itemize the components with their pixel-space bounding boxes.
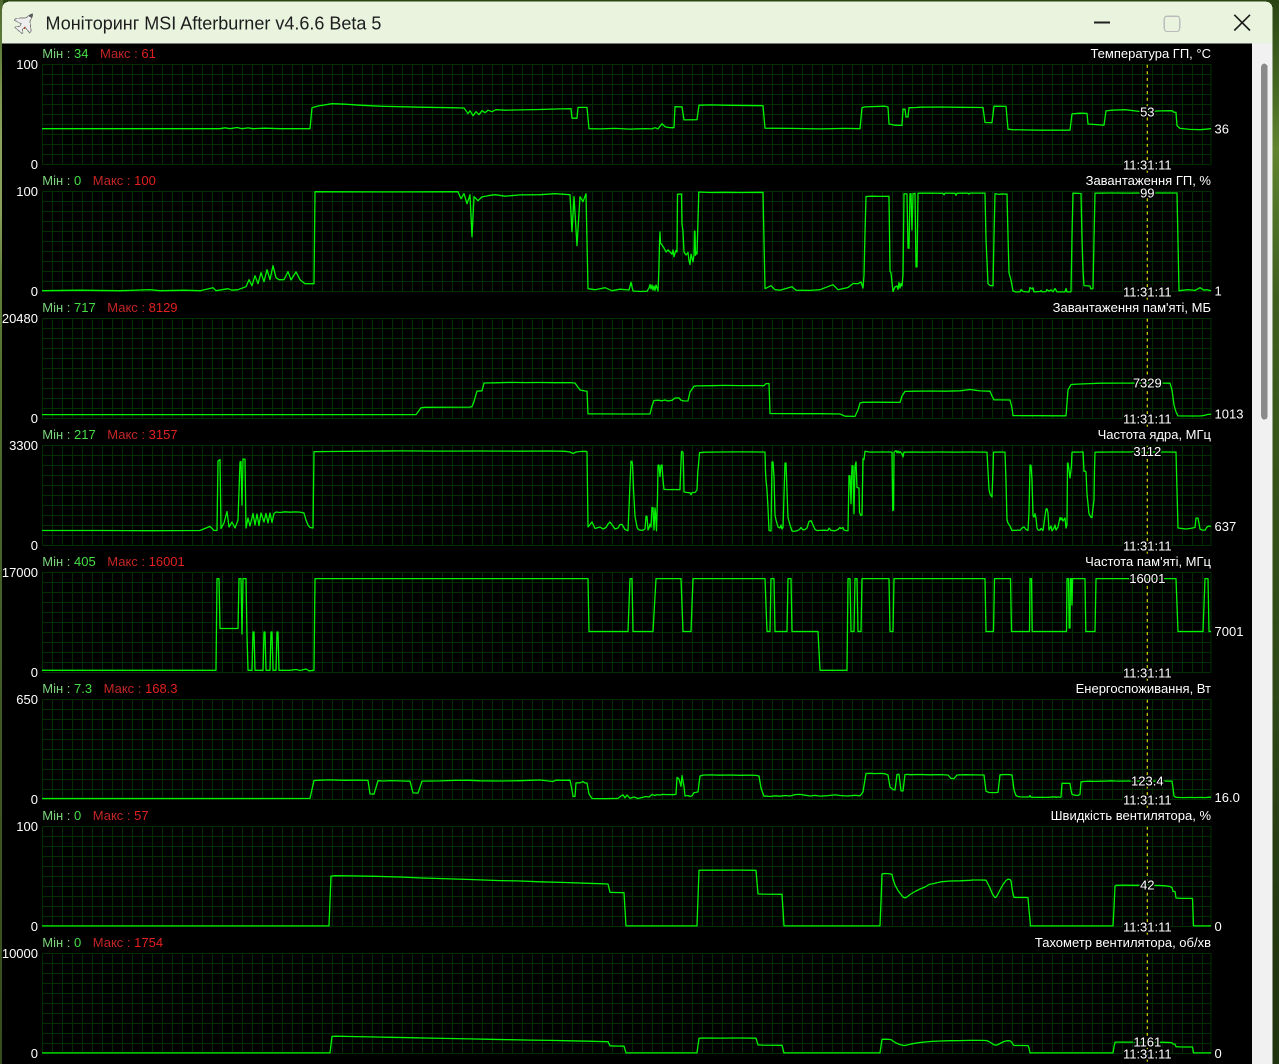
svg-text:53: 53 [1140, 104, 1154, 119]
svg-text:0: 0 [31, 411, 38, 426]
svg-text:Завантаження пам'яті, МБ: Завантаження пам'яті, МБ [1053, 300, 1211, 315]
svg-text:Мін : 0Макс : 100: Мін : 0 Макс : 100 [42, 173, 156, 188]
svg-text:Мін : 217Макс : 3157: Мін : 217 Макс : 3157 [42, 427, 177, 442]
svg-text:36: 36 [1215, 121, 1229, 136]
svg-text:11:31:11: 11:31:11 [1123, 792, 1172, 807]
svg-text:0: 0 [31, 284, 38, 299]
svg-text:7001: 7001 [1215, 624, 1244, 639]
svg-text:17000: 17000 [2, 565, 38, 580]
svg-text:11:31:11: 11:31:11 [1123, 919, 1172, 934]
svg-text:Мін : 0Макс : 1754: Мін : 0 Макс : 1754 [42, 935, 163, 950]
svg-text:Швидкість вентилятора, %: Швидкість вентилятора, % [1051, 808, 1212, 823]
svg-text:0: 0 [31, 157, 38, 172]
svg-text:123.4: 123.4 [1131, 773, 1164, 788]
svg-text:3112: 3112 [1133, 444, 1161, 459]
svg-text:Мін : 717Макс : 8129: Мін : 717 Макс : 8129 [42, 300, 177, 315]
svg-text:0: 0 [31, 538, 38, 553]
svg-text:11:31:11: 11:31:11 [1123, 665, 1172, 680]
svg-text:42: 42 [1140, 877, 1154, 892]
svg-text:0: 0 [31, 792, 38, 807]
svg-text:Мін : 7.3Макс : 168.3: Мін : 7.3 Макс : 168.3 [42, 681, 177, 696]
svg-text:7329: 7329 [1133, 376, 1162, 391]
svg-text:99: 99 [1140, 185, 1154, 200]
svg-text:637: 637 [1215, 519, 1237, 534]
svg-text:Частота пам'яті, МГц: Частота пам'яті, МГц [1085, 554, 1211, 569]
svg-text:Енергоспоживання, Вт: Енергоспоживання, Вт [1076, 681, 1211, 696]
svg-text:Мін : 0Макс : 57: Мін : 0 Макс : 57 [42, 808, 148, 823]
svg-text:16001: 16001 [1129, 571, 1165, 586]
svg-text:650: 650 [16, 692, 38, 707]
svg-text:Мін : 405Макс : 16001: Мін : 405 Макс : 16001 [42, 554, 184, 569]
svg-text:100: 100 [16, 184, 38, 199]
svg-text:Тахометр вентилятора, об/хв: Тахометр вентилятора, об/хв [1035, 935, 1211, 950]
svg-text:11:31:11: 11:31:11 [1123, 157, 1172, 172]
svg-text:20480: 20480 [2, 311, 38, 326]
svg-text:0: 0 [31, 665, 38, 680]
svg-text:11:31:11: 11:31:11 [1123, 411, 1172, 426]
svg-text:16.0: 16.0 [1215, 790, 1240, 805]
svg-text:1: 1 [1215, 283, 1222, 298]
svg-text:1161: 1161 [1133, 1035, 1161, 1050]
svg-text:Мін : 34Макс : 61: Мін : 34 Макс : 61 [42, 46, 156, 61]
svg-text:1013: 1013 [1215, 406, 1244, 421]
svg-text:0: 0 [31, 1046, 38, 1061]
svg-text:11:31:11: 11:31:11 [1123, 538, 1172, 553]
svg-text:0: 0 [31, 919, 38, 934]
svg-text:11:31:11: 11:31:11 [1123, 284, 1172, 299]
svg-text:3300: 3300 [9, 438, 38, 453]
svg-text:100: 100 [16, 57, 38, 72]
svg-text:10000: 10000 [2, 946, 38, 961]
svg-text:Моніторинг MSI Afterburner v4.: Моніторинг MSI Afterburner v4.6.6 Beta 5 [46, 13, 382, 33]
svg-text:Частота ядра, МГц: Частота ядра, МГц [1098, 427, 1212, 442]
svg-text:0: 0 [1215, 1046, 1222, 1061]
svg-text:Температура ГП, °C: Температура ГП, °C [1090, 46, 1211, 61]
svg-text:0: 0 [1215, 919, 1222, 934]
svg-text:100: 100 [16, 819, 38, 834]
